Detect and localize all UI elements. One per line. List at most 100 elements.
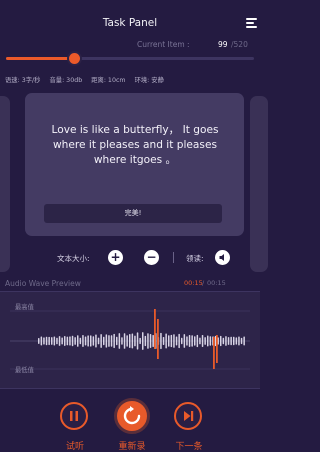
divider — [173, 252, 174, 263]
wave-bar — [64, 336, 66, 346]
wave-bar — [194, 336, 196, 346]
wave-bar — [58, 336, 61, 346]
wave-bar — [181, 337, 183, 345]
wave-bar — [186, 336, 188, 346]
read-along-label: 领读: — [186, 254, 204, 263]
time-separator: / — [202, 279, 205, 287]
wave-bar — [131, 333, 134, 349]
wave-peak-bar — [213, 337, 215, 369]
wave-bar — [201, 334, 204, 348]
time-total: 00:15 — [207, 279, 226, 287]
page-title: Task Panel — [102, 17, 158, 29]
listen-button[interactable] — [60, 402, 88, 430]
next-button[interactable] — [174, 402, 202, 430]
wave-bar — [149, 334, 152, 348]
wave-bar — [162, 336, 165, 346]
speaker-icon — [219, 254, 224, 261]
wave-bar — [199, 337, 201, 345]
wave-bar — [222, 337, 225, 345]
wave-bar — [69, 336, 71, 346]
wave-bar — [53, 336, 56, 346]
wave-bar — [152, 334, 154, 348]
wave-bar — [123, 333, 126, 349]
wave-bar — [160, 332, 162, 350]
wave-bar — [170, 334, 173, 348]
wave-bar — [110, 335, 113, 347]
wave-bar — [71, 335, 74, 347]
wave-title: Audio Wave Preview — [5, 279, 81, 288]
wave-bar — [126, 335, 128, 347]
wave-bar — [74, 337, 76, 345]
setting-volume: 音量: 30db — [49, 77, 83, 84]
wave-bar — [165, 333, 167, 349]
wave-bar — [48, 336, 50, 346]
wave-max-label: 最高值 — [15, 304, 34, 311]
time-current: 00:15 — [184, 279, 203, 287]
setting-speed: 语速: 3字/秒 — [5, 77, 41, 84]
wave-bar — [175, 336, 178, 346]
waveform — [10, 309, 250, 370]
wave-bar — [51, 337, 53, 345]
wave-bar — [100, 334, 102, 348]
menu-icon[interactable] — [246, 18, 257, 28]
wave-bar — [136, 332, 139, 350]
wave-bar — [142, 332, 144, 350]
current-item-total: /520 — [231, 40, 248, 49]
pause-icon — [70, 411, 78, 421]
decrease-text-button[interactable]: − — [144, 250, 159, 265]
wave-bar — [134, 335, 136, 347]
wave-bar — [90, 335, 92, 347]
rerecord-button[interactable] — [114, 398, 150, 434]
refresh-icon — [123, 406, 141, 425]
wave-bar — [105, 334, 108, 348]
increase-text-button[interactable]: + — [108, 250, 123, 265]
speaker-button[interactable] — [215, 250, 230, 265]
skip-next-icon — [184, 411, 194, 421]
wave-bar — [87, 335, 89, 347]
wave-bar — [82, 335, 84, 347]
wave-bar — [43, 337, 45, 345]
wave-bar — [116, 336, 118, 346]
wave-bar — [173, 334, 175, 348]
wave-bar — [178, 333, 180, 349]
wave-bar — [79, 337, 82, 345]
current-item-number: 99 — [218, 40, 228, 49]
listen-label: 试听 — [65, 442, 84, 452]
next-card[interactable] — [250, 96, 268, 272]
wave-bar — [233, 336, 235, 346]
wave-bar — [92, 336, 95, 346]
wave-bar — [235, 337, 238, 345]
wave-bar — [108, 335, 110, 347]
wave-bar — [95, 334, 97, 348]
setting-distance: 距离: 10cm — [91, 77, 126, 84]
wave-bar — [209, 336, 212, 346]
wave-bar — [97, 337, 100, 345]
wave-peak-bar — [216, 335, 218, 363]
card-text: Love is like a butterfly， It goes where … — [51, 124, 219, 166]
wave-bar — [225, 336, 227, 346]
progress-fill — [6, 57, 76, 60]
wave-bar — [56, 337, 58, 345]
wave-bar — [118, 333, 121, 349]
wave-bar — [243, 336, 245, 346]
wave-bar — [61, 337, 63, 345]
wave-bar — [113, 333, 115, 349]
wave-bar — [227, 337, 230, 345]
wave-bar — [129, 334, 131, 348]
wave-bar — [84, 336, 87, 346]
perfect-button[interactable]: 完美! — [44, 204, 222, 223]
wave-bar — [240, 337, 243, 345]
wave-min-label: 最低值 — [15, 367, 34, 374]
wave-bar — [183, 334, 186, 348]
previous-card[interactable] — [0, 96, 10, 272]
wave-bar — [230, 336, 232, 346]
wave-bar — [207, 335, 209, 347]
wave-bar — [77, 335, 79, 347]
wave-bar — [168, 335, 170, 347]
wave-bar — [196, 334, 199, 348]
rerecord-label: 重新录 — [118, 442, 146, 452]
wave-peak-bar — [157, 319, 159, 359]
progress-thumb[interactable] — [69, 53, 80, 64]
wave-bar — [103, 336, 105, 346]
wave-bar — [38, 338, 40, 344]
